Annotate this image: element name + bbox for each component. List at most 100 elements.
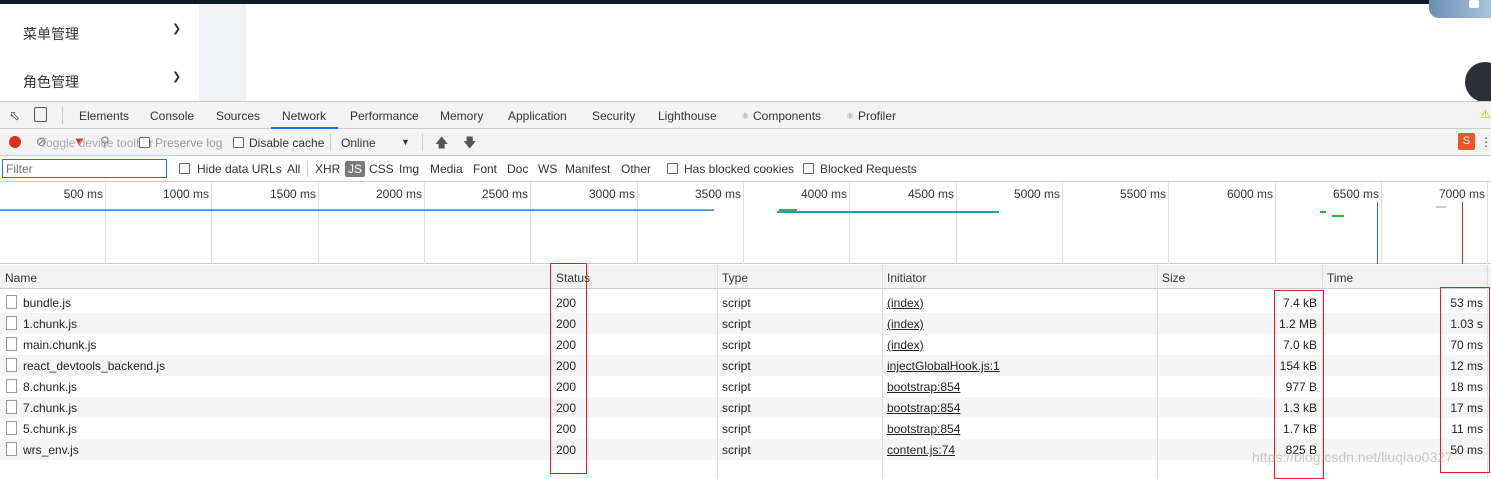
cell-name: 1.chunk.js: [23, 317, 78, 331]
export-har-icon[interactable]: 🡇: [463, 134, 476, 156]
grid-line: [211, 182, 212, 264]
filter-type-js[interactable]: JS: [345, 161, 366, 177]
disable-cache-checkbox[interactable]: [233, 137, 244, 148]
highlight-box-status: [550, 263, 587, 474]
timeline-tick: 7000 ms: [1438, 187, 1485, 201]
timeline-tick: 500 ms: [63, 187, 103, 201]
header-type[interactable]: Type: [722, 271, 748, 285]
table-row[interactable]: 5.chunk.js 200 script bootstrap:854 1.7 kB 11…: [0, 418, 1491, 439]
file-icon: [6, 400, 17, 414]
menu-item-label: 菜单管理: [23, 27, 79, 43]
tab-sources[interactable]: Sources: [216, 109, 260, 123]
network-overview-timeline[interactable]: 500 ms 1000 ms 1500 ms 2000 ms 2500 ms 3…: [0, 182, 1491, 264]
cell-name: react_devtools_backend.js: [23, 359, 166, 373]
filter-type-media[interactable]: Media: [430, 162, 463, 176]
grid-line: [1487, 182, 1488, 264]
tab-lighthouse[interactable]: Lighthouse: [658, 109, 717, 123]
extension-s-icon[interactable]: S: [1458, 133, 1475, 150]
table-row[interactable]: 1.chunk.js 200 script (index) 1.2 MB 1.03 s: [0, 313, 1491, 334]
preserve-log-checkbox[interactable]: [139, 137, 150, 148]
tab-performance[interactable]: Performance: [350, 109, 419, 123]
cell-initiator-link[interactable]: (index): [887, 338, 924, 352]
cell-initiator-link[interactable]: bootstrap:854: [887, 380, 960, 394]
filter-type-ws[interactable]: WS: [538, 162, 557, 176]
tab-profiler[interactable]: Profiler: [858, 109, 896, 123]
divider: [330, 134, 331, 151]
tab-application[interactable]: Application: [508, 109, 567, 123]
timeline-bar: [1320, 211, 1326, 213]
tooltip-overlay: Toggle device toolbar: [40, 136, 154, 150]
file-icon: [6, 337, 17, 351]
cell-initiator-link[interactable]: injectGlobalHook.js:1: [887, 359, 1000, 373]
table-row[interactable]: react_devtools_backend.js 200 script inject…: [0, 355, 1491, 376]
grid-line: [1275, 182, 1276, 264]
filter-type-xhr[interactable]: XHR: [315, 162, 340, 176]
timeline-tick: 4500 ms: [907, 187, 954, 201]
tab-security[interactable]: Security: [592, 109, 635, 123]
header-initiator[interactable]: Initiator: [887, 271, 926, 285]
hide-data-urls-checkbox[interactable]: [179, 163, 190, 174]
react-atom-icon: ⚛: [846, 111, 855, 121]
warning-icon[interactable]: ⚠: [1480, 107, 1491, 121]
cell-initiator-link[interactable]: (index): [887, 317, 924, 331]
menu-item-menu-management[interactable]: 菜单管理 ❯: [0, 8, 199, 54]
cell-initiator-link[interactable]: content.js:74: [887, 443, 955, 457]
dropdown-arrow-icon[interactable]: ▼: [401, 137, 410, 147]
table-header: Name Status Type Initiator Size Time: [0, 265, 1491, 289]
device-toolbar-icon[interactable]: [34, 107, 47, 122]
table-row[interactable]: 8.chunk.js 200 script bootstrap:854 977 B 18 …: [0, 376, 1491, 397]
column-divider[interactable]: [717, 265, 718, 478]
table-row[interactable]: main.chunk.js 200 script (index) 7.0 kB 70 ms: [0, 334, 1491, 355]
tab-console[interactable]: Console: [150, 109, 194, 123]
cell-initiator-link[interactable]: bootstrap:854: [887, 422, 960, 436]
record-button[interactable]: [9, 136, 21, 148]
divider: [62, 107, 63, 124]
timeline-bar: [0, 210, 714, 211]
inspect-element-icon[interactable]: ⬁: [9, 108, 20, 124]
header-time[interactable]: Time: [1327, 271, 1353, 285]
throttle-select[interactable]: Online: [341, 136, 376, 150]
timeline-tick: 1000 ms: [162, 187, 209, 201]
cell-type: script: [722, 359, 751, 373]
filter-type-other[interactable]: Other: [621, 162, 651, 176]
column-divider[interactable]: [882, 265, 883, 478]
filter-type-css[interactable]: CSS: [369, 162, 394, 176]
cell-initiator-link[interactable]: bootstrap:854: [887, 401, 960, 415]
timeline-tick: 3500 ms: [694, 187, 741, 201]
header-avatar-image[interactable]: [1429, 0, 1491, 18]
file-icon: [6, 421, 17, 435]
grid-line: [956, 182, 957, 264]
tab-elements[interactable]: Elements: [79, 109, 129, 123]
filter-type-doc[interactable]: Doc: [507, 162, 528, 176]
timeline-bar: [1436, 206, 1446, 208]
header-size[interactable]: Size: [1162, 271, 1185, 285]
blocked-requests-checkbox[interactable]: [803, 163, 814, 174]
load-marker: [1462, 202, 1463, 264]
cell-type: script: [722, 422, 751, 436]
requests-table: Name Status Type Initiator Size Time bun…: [0, 263, 1491, 479]
tab-memory[interactable]: Memory: [440, 109, 483, 123]
cell-type: script: [722, 380, 751, 394]
table-row[interactable]: 7.chunk.js 200 script bootstrap:854 1.3 kB 17…: [0, 397, 1491, 418]
cell-initiator-link[interactable]: (index): [887, 296, 924, 310]
tab-components[interactable]: Components: [753, 109, 821, 123]
header-name[interactable]: Name: [5, 271, 37, 285]
filter-type-manifest[interactable]: Manifest: [565, 162, 610, 176]
timeline-tick: 2500 ms: [481, 187, 528, 201]
more-icon[interactable]: ⋮: [1480, 135, 1491, 149]
import-har-icon[interactable]: 🡅: [435, 134, 448, 156]
menu-item-role-management[interactable]: 角色管理 ❯: [0, 56, 199, 102]
file-icon: [6, 379, 17, 393]
tab-network[interactable]: Network: [282, 109, 326, 123]
file-icon: [6, 295, 17, 309]
has-blocked-cookies-checkbox[interactable]: [667, 163, 678, 174]
floating-action-button[interactable]: [1465, 62, 1491, 102]
table-row[interactable]: bundle.js 200 script (index) 7.4 kB 53 ms: [0, 292, 1491, 313]
filter-input[interactable]: [2, 159, 167, 178]
column-divider[interactable]: [1157, 265, 1158, 478]
filter-type-font[interactable]: Font: [473, 162, 497, 176]
cell-name: main.chunk.js: [23, 338, 97, 352]
filter-type-all[interactable]: All: [287, 162, 300, 176]
timeline-tick: 5500 ms: [1119, 187, 1166, 201]
filter-type-img[interactable]: Img: [399, 162, 419, 176]
